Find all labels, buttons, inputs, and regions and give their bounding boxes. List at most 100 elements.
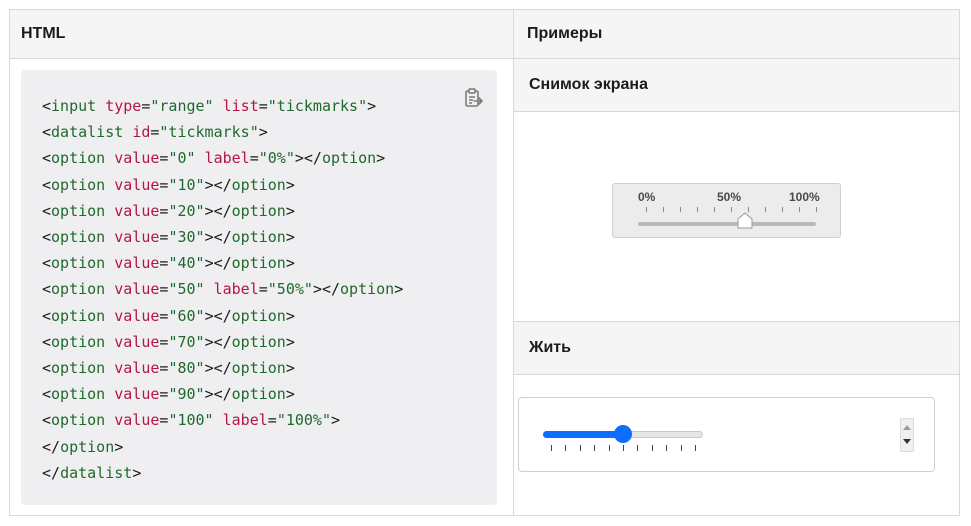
code-line: <input type="range" list="tickmarks"> <box>42 97 376 115</box>
scroll-arrows[interactable] <box>900 418 914 452</box>
code-token: option <box>321 149 377 168</box>
code-token: ></ <box>204 254 232 273</box>
code-token: value <box>114 201 160 220</box>
code-token: < <box>42 123 52 142</box>
code-token: > <box>114 437 124 456</box>
code-token: option <box>51 332 106 351</box>
code-token: option <box>51 280 106 299</box>
scroll-up-icon[interactable] <box>903 425 911 430</box>
code-token: > <box>285 228 295 247</box>
code-token: > <box>367 97 377 115</box>
code-token: < <box>42 97 52 115</box>
code-token: > <box>376 149 386 168</box>
table-header: HTML Примеры <box>10 10 959 59</box>
code-line: <option value="100" label="100%"> <box>42 411 340 429</box>
slider-tick <box>623 445 624 451</box>
code-block: <input type="range" list="tickmarks"> <d… <box>42 93 472 486</box>
slider-fill <box>543 431 623 438</box>
code-token: option <box>231 359 286 378</box>
slider-tick <box>651 445 653 451</box>
code-token: > <box>132 463 142 482</box>
code-token: option <box>51 254 106 273</box>
code-token: value <box>114 385 160 404</box>
screenshot-thumb <box>737 212 753 229</box>
code-token: type <box>105 97 142 115</box>
slider-tick <box>695 445 696 451</box>
range-slider[interactable] <box>543 425 703 451</box>
slider-tick <box>666 445 668 451</box>
code-token: = <box>267 411 277 430</box>
code-token: </ <box>42 463 61 482</box>
slider-tick <box>594 445 596 451</box>
code-token: ></ <box>204 306 232 325</box>
slider-tick <box>680 445 682 451</box>
tick-mark <box>680 207 681 212</box>
code-token: ></ <box>204 332 232 351</box>
code-token: "range" <box>150 97 214 115</box>
code-token: label <box>222 411 268 430</box>
slider-thumb[interactable] <box>614 425 632 443</box>
code-token: < <box>42 385 52 404</box>
code-token: option <box>231 306 286 325</box>
code-line: </datalist> <box>42 464 141 482</box>
code-line: <option value="0" label="0%"></option> <box>42 149 385 167</box>
code-token: > <box>258 123 268 142</box>
code-token: "30" <box>168 228 205 247</box>
code-token: value <box>114 359 160 378</box>
code-token: option <box>231 201 286 220</box>
code-token: value <box>114 175 160 194</box>
code-token: label <box>213 280 259 299</box>
code-token: option <box>51 201 106 220</box>
code-token: > <box>285 306 295 325</box>
slider-tick <box>565 445 567 451</box>
code-token: < <box>42 280 52 299</box>
code-token: value <box>114 306 160 325</box>
code-token: "0%" <box>258 149 295 168</box>
label-100: 100% <box>789 190 820 204</box>
code-token: datalist <box>60 463 133 482</box>
code-token: < <box>42 175 52 194</box>
tick-mark <box>697 207 698 212</box>
code-token: value <box>114 411 160 430</box>
code-token: "100" <box>168 411 214 430</box>
code-token: < <box>42 201 52 220</box>
code-token: < <box>42 228 52 247</box>
code-token: "50%" <box>267 280 313 299</box>
code-token: option <box>231 332 286 351</box>
screenshot-row-header: Снимок экрана <box>514 59 959 112</box>
header-examples: Примеры <box>527 25 603 42</box>
code-line: <option value="60"></option> <box>42 307 295 325</box>
screenshot-tick-marks <box>646 207 817 213</box>
tick-mark <box>646 207 647 212</box>
label-0: 0% <box>638 190 656 204</box>
code-token: > <box>285 175 295 194</box>
code-token: option <box>340 280 395 299</box>
code-token: "10" <box>168 175 205 194</box>
code-token: > <box>331 411 341 430</box>
code-token: ></ <box>204 201 232 220</box>
code-token: list <box>222 97 259 115</box>
header-html: HTML <box>21 25 66 42</box>
code-token: "0" <box>168 149 196 168</box>
code-line: <option value="50" label="50%"></option> <box>42 280 403 298</box>
code-token: input <box>51 97 97 115</box>
code-token: ></ <box>204 359 232 378</box>
code-token: < <box>42 254 52 273</box>
code-token: = <box>258 280 268 299</box>
code-token: value <box>114 254 160 273</box>
code-token: datalist <box>51 123 124 142</box>
code-token: option <box>231 385 286 404</box>
code-token: = <box>249 149 259 168</box>
scroll-down-icon[interactable] <box>903 439 911 444</box>
code-token: option <box>51 385 106 404</box>
code-line: <option value="40"></option> <box>42 254 295 272</box>
